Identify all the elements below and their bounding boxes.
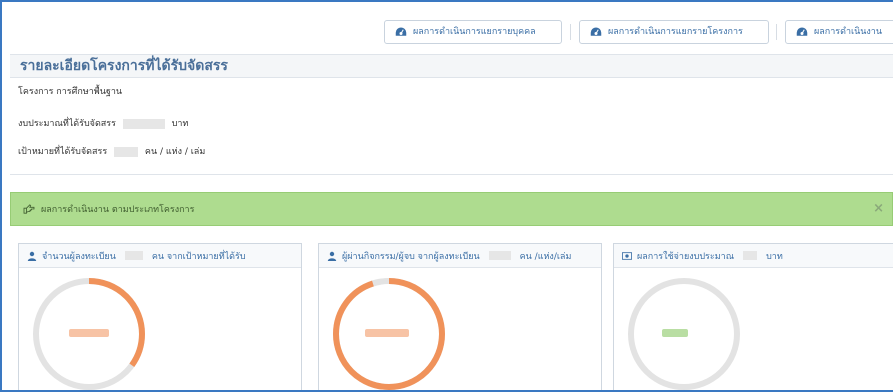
alert-text: ผลการดำเนินงาน ตามประเภทโครงการ	[41, 205, 195, 215]
budget-unit: บาท	[171, 119, 189, 129]
redacted-value	[114, 146, 139, 157]
individual-results-button[interactable]: ผลการดำเนินการแยกรายบุคคล	[384, 20, 562, 44]
card-header: ผู้ผ่านกิจกรรม/ผู้จบ จากผู้ลงทะเบียน คน …	[319, 244, 601, 268]
redacted-value	[124, 251, 143, 260]
redacted-value	[69, 329, 109, 337]
section-header: รายละเอียดโครงการที่ได้รับจัดสรร	[10, 54, 893, 78]
card-header: ผลการใช้จ่ายงบประมาณ บาท	[614, 244, 893, 268]
dashboard-icon	[395, 27, 407, 36]
project-line: โครงการ การศึกษาพื้นฐาน	[18, 87, 123, 97]
toolbar-divider	[776, 24, 777, 40]
dashboard-icon	[796, 27, 808, 36]
budget-label: งบประมาณที่ได้รับจัดสรร	[18, 119, 116, 129]
budget-line: งบประมาณที่ได้รับจัดสรร บาท	[18, 116, 188, 130]
project-results-button[interactable]: ผลการดำเนินการแยกรายโครงการ	[579, 20, 769, 44]
performance-results-button[interactable]: ผลการดำเนินงาน	[785, 20, 893, 44]
individual-results-label: ผลการดำเนินการแยกรายบุคคล	[413, 27, 536, 37]
target-unit: คน / แห่ง / เล่ม	[144, 147, 206, 157]
money-icon	[622, 251, 632, 260]
redacted-value	[122, 118, 165, 129]
page-title: รายละเอียดโครงการที่ได้รับจัดสรร	[20, 58, 228, 74]
card-title-prefix: จำนวนผู้ลงทะเบียน	[42, 251, 116, 262]
dashboard-icon	[590, 27, 602, 36]
card-title-prefix: ผู้ผ่านกิจกรรม/ผู้จบ จากผู้ลงทะเบียน	[342, 251, 480, 262]
section-divider	[10, 174, 893, 175]
redacted-value	[743, 251, 758, 260]
target-label: เป้าหมายที่ได้รับจัดสรร	[18, 147, 108, 157]
card-title-prefix: ผลการใช้จ่ายงบประมาณ	[637, 251, 735, 262]
registration-card: จำนวนผู้ลงทะเบียน คน จากเป้าหมายที่ได้รั…	[18, 243, 302, 390]
hand-point-right-icon	[23, 204, 35, 214]
redacted-value	[662, 329, 688, 337]
performance-alert: ผลการดำเนินงาน ตามประเภทโครงการ ×	[10, 192, 893, 226]
card-title-suffix: คน จากเป้าหมายที่ได้รับ	[151, 251, 246, 262]
toolbar-divider	[570, 24, 571, 40]
performance-results-label: ผลการดำเนินงาน	[814, 27, 883, 37]
redacted-value	[365, 329, 409, 337]
toolbar: ผลการดำเนินการแยกรายบุคคล ผลการดำเนินการ…	[2, 10, 893, 50]
project-results-label: ผลการดำเนินการแยกรายโครงการ	[608, 27, 743, 37]
card-title-suffix: คน /แห่ง/เล่ม	[519, 251, 572, 262]
user-icon	[327, 251, 337, 261]
target-line: เป้าหมายที่ได้รับจัดสรร คน / แห่ง / เล่ม	[18, 144, 205, 158]
card-title-suffix: บาท	[766, 251, 783, 262]
budget-spending-card: ผลการใช้จ่ายงบประมาณ บาท	[613, 243, 893, 390]
participants-card: ผู้ผ่านกิจกรรม/ผู้จบ จากผู้ลงทะเบียน คน …	[318, 243, 602, 390]
app-frame: ผลการดำเนินการแยกรายบุคคล ผลการดำเนินการ…	[0, 0, 893, 392]
user-icon	[27, 251, 37, 261]
card-header: จำนวนผู้ลงทะเบียน คน จากเป้าหมายที่ได้รั…	[19, 244, 301, 268]
alert-close-button[interactable]: ×	[873, 201, 884, 216]
redacted-value	[488, 251, 511, 260]
